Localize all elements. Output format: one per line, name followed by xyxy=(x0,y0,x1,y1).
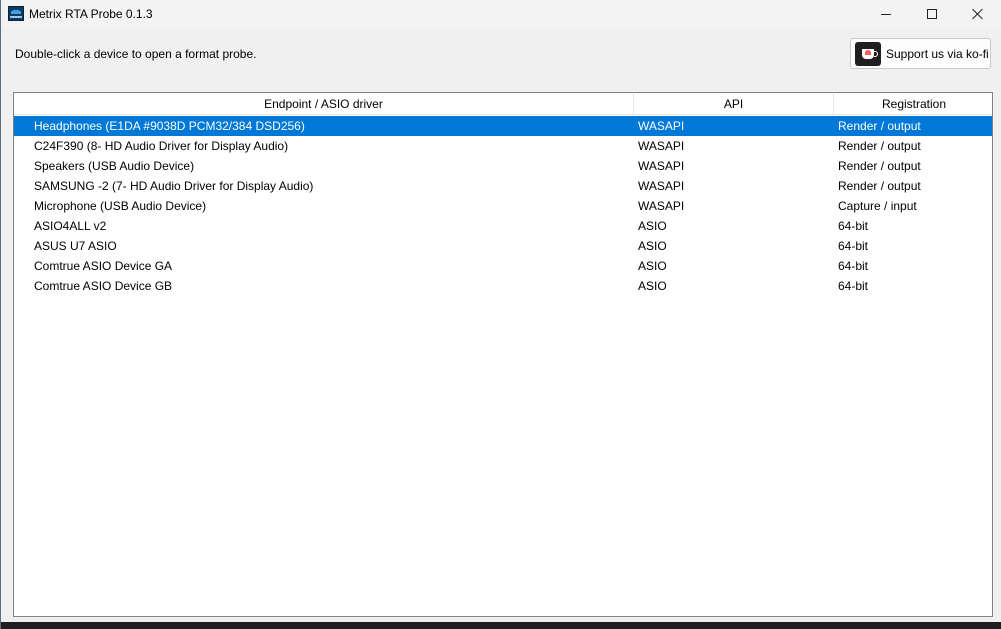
app-icon xyxy=(8,6,24,21)
cell-endpoint: Comtrue ASIO Device GB xyxy=(34,279,173,293)
cell-registration: Render / output xyxy=(838,139,921,153)
close-icon xyxy=(972,8,984,20)
cell-registration: 64-bit xyxy=(838,259,869,273)
close-button[interactable] xyxy=(955,0,1001,28)
kofi-support-button[interactable]: Support us via ko-fi xyxy=(850,38,991,69)
cell-api: WASAPI xyxy=(638,119,685,133)
cell-registration: Render / output xyxy=(838,159,921,173)
cell-registration: 64-bit xyxy=(838,279,869,293)
device-row[interactable]: Headphones (E1DA #9038D PCM32/384 DSD256… xyxy=(14,116,992,136)
window-title: Metrix RTA Probe 0.1.3 xyxy=(29,7,153,21)
minimize-button[interactable] xyxy=(863,0,909,28)
list-header: Endpoint / ASIO driver API Registration xyxy=(14,93,992,115)
column-header-endpoint[interactable]: Endpoint / ASIO driver xyxy=(14,93,634,115)
maximize-button[interactable] xyxy=(909,0,955,28)
cell-api: WASAPI xyxy=(638,179,685,193)
cell-registration: 64-bit xyxy=(838,219,869,233)
cell-endpoint: Comtrue ASIO Device GA xyxy=(34,259,173,273)
device-row[interactable]: Speakers (USB Audio Device) WASAPI Render … xyxy=(14,156,992,176)
cell-api: WASAPI xyxy=(638,139,685,153)
app-window: Metrix RTA Probe 0.1.3 Double-click a de… xyxy=(0,0,1001,629)
device-row[interactable]: Comtrue ASIO Device GA ASIO 64-bit xyxy=(14,256,992,276)
device-row[interactable]: C24F390 (8- HD Audio Driver for Display … xyxy=(14,136,992,156)
cell-endpoint: ASUS U7 ASIO xyxy=(34,239,117,253)
cell-endpoint: C24F390 (8- HD Audio Driver for Display … xyxy=(34,139,289,153)
kofi-cup-icon xyxy=(855,41,881,66)
title-bar[interactable]: Metrix RTA Probe 0.1.3 xyxy=(1,0,1001,28)
column-header-registration[interactable]: Registration xyxy=(834,93,992,115)
device-row[interactable]: ASUS U7 ASIO ASIO 64-bit xyxy=(14,236,992,256)
cell-registration: Capture / input xyxy=(838,199,917,213)
column-header-api[interactable]: API xyxy=(634,93,834,115)
cell-api: WASAPI xyxy=(638,199,685,213)
instruction-text: Double-click a device to open a format p… xyxy=(15,47,257,61)
taskbar-strip xyxy=(1,622,1001,629)
device-row[interactable]: Microphone (USB Audio Device) WASAPI Captu… xyxy=(14,196,992,216)
cell-endpoint: Microphone (USB Audio Device) xyxy=(34,199,207,213)
device-list[interactable]: Endpoint / ASIO driver API Registration … xyxy=(13,92,993,617)
cell-endpoint: Speakers (USB Audio Device) xyxy=(34,159,195,173)
cell-api: ASIO xyxy=(638,279,667,293)
kofi-button-label: Support us via ko-fi xyxy=(886,46,989,61)
cell-api: ASIO xyxy=(638,219,667,233)
cell-registration: Render / output xyxy=(838,179,921,193)
device-row[interactable]: Comtrue ASIO Device GB ASIO 64-bit xyxy=(14,276,992,296)
minimize-icon xyxy=(881,13,891,15)
device-row[interactable]: ASIO4ALL v2 ASIO 64-bit xyxy=(14,216,992,236)
cell-api: WASAPI xyxy=(638,159,685,173)
cell-endpoint: ASIO4ALL v2 xyxy=(34,219,107,233)
device-row[interactable]: SAMSUNG -2 (7- HD Audio Driver for Displ… xyxy=(14,176,992,196)
cell-endpoint: SAMSUNG -2 (7- HD Audio Driver for Displ… xyxy=(34,179,314,193)
cell-api: ASIO xyxy=(638,259,667,273)
cell-registration: 64-bit xyxy=(838,239,869,253)
device-rows: Headphones (E1DA #9038D PCM32/384 DSD256… xyxy=(14,116,992,296)
cell-endpoint: Headphones (E1DA #9038D PCM32/384 DSD256… xyxy=(34,119,305,133)
cell-registration: Render / output xyxy=(838,119,921,133)
maximize-icon xyxy=(927,9,937,19)
cell-api: ASIO xyxy=(638,239,667,253)
